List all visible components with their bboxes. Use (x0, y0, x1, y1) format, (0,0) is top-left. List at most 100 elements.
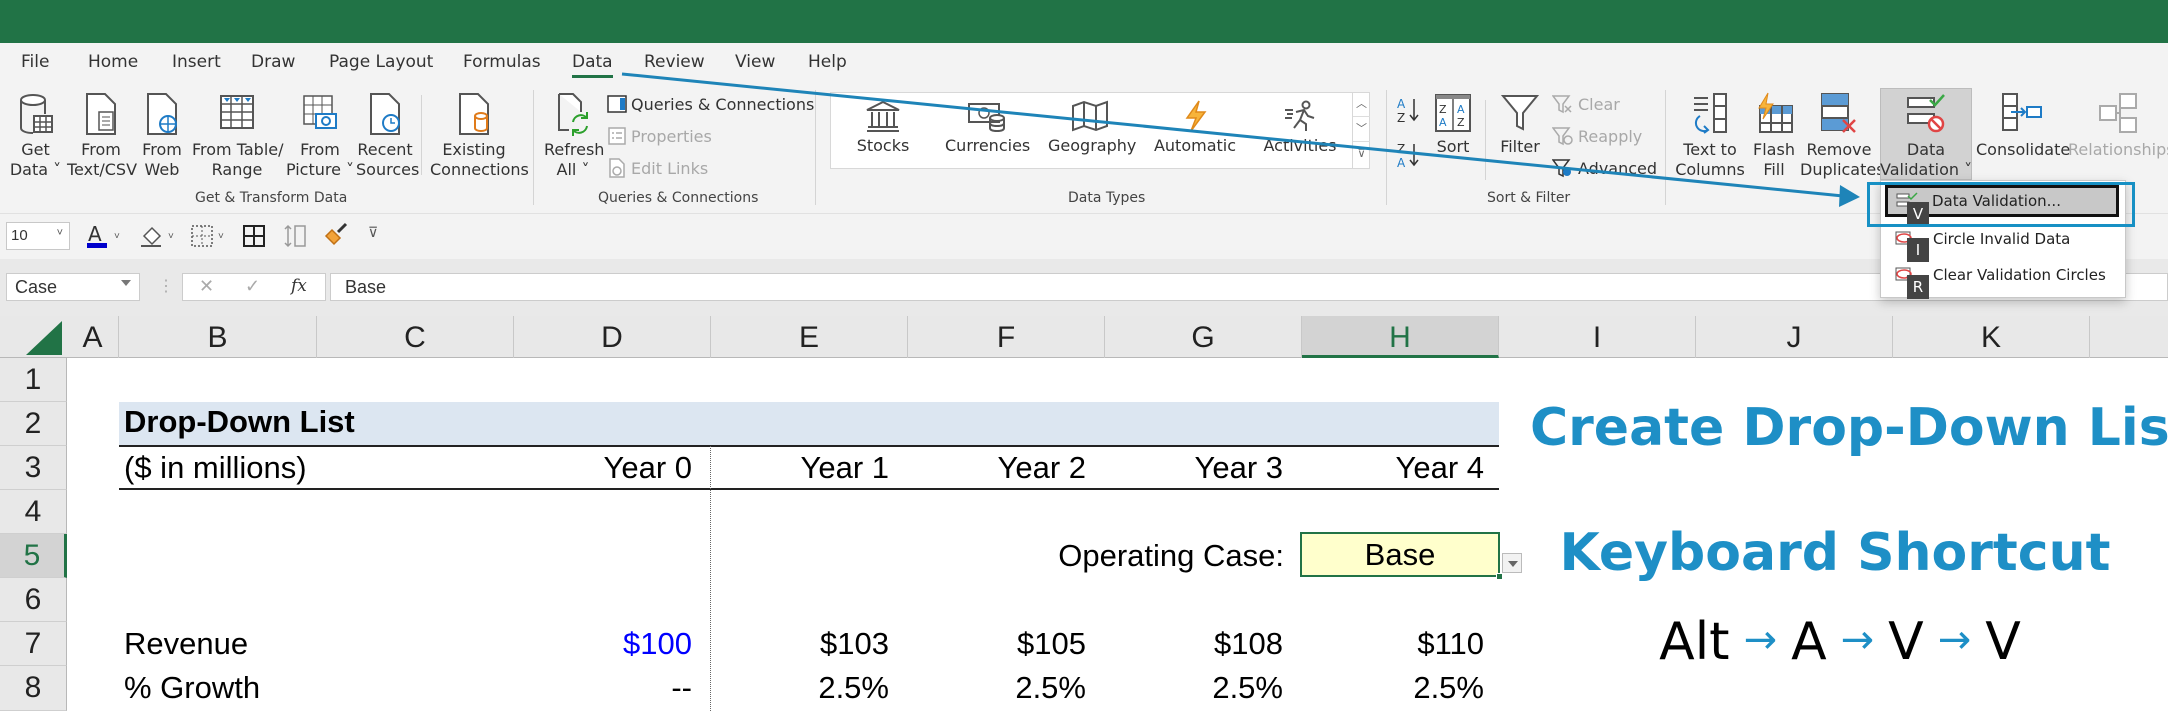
row-header-7[interactable]: 7 (0, 622, 67, 666)
cancel-icon[interactable]: ✕ (199, 276, 214, 297)
revenue-year-2[interactable]: $105 (908, 626, 1086, 662)
reapply-button[interactable]: Reapply (1552, 126, 1642, 146)
row-height-icon[interactable] (283, 222, 309, 250)
revenue-year-1[interactable]: $103 (711, 626, 889, 662)
borders-icon[interactable]: ˅ (190, 222, 230, 250)
from-table-range-button[interactable]: From Table/ Range (192, 92, 284, 180)
col-header-j[interactable]: J (1696, 316, 1893, 358)
data-type-activities[interactable]: Activities (1258, 100, 1342, 156)
row-header-4[interactable]: 4 (0, 490, 67, 534)
growth-label[interactable]: % Growth (124, 670, 260, 706)
callout-highlight-box (1867, 182, 2135, 227)
revenue-label[interactable]: Revenue (124, 626, 248, 662)
tab-draw[interactable]: Draw (251, 52, 295, 72)
fill-handle[interactable] (1496, 573, 1503, 580)
row-header-3[interactable]: 3 (0, 446, 67, 490)
consolidate-button[interactable]: Consolidate (1976, 92, 2070, 160)
col-header-h[interactable]: H (1302, 316, 1499, 358)
tab-insert[interactable]: Insert (172, 52, 221, 72)
units-label[interactable]: ($ in millions) (124, 450, 307, 486)
enter-icon[interactable]: ✓ (245, 276, 260, 297)
customize-qat-icon[interactable]: ⊽ (368, 224, 378, 241)
edit-links-button[interactable]: Edit Links (607, 158, 708, 178)
year-2-header[interactable]: Year 2 (908, 450, 1087, 486)
data-type-automatic[interactable]: Automatic (1153, 100, 1237, 156)
data-validation-button[interactable]: Data Validation ˅ (1880, 92, 1972, 180)
tab-help[interactable]: Help (808, 52, 847, 72)
col-header-k[interactable]: K (1893, 316, 2090, 358)
refresh-all-button[interactable]: Refresh All ˅ (544, 92, 604, 180)
year-1-header[interactable]: Year 1 (711, 450, 890, 486)
growth-year-2[interactable]: 2.5% (908, 670, 1086, 706)
col-header-i[interactable]: I (1499, 316, 1696, 358)
col-header-b[interactable]: B (119, 316, 317, 358)
from-picture-button[interactable]: From Picture ˅ (285, 92, 355, 180)
scroll-up-icon[interactable]: ︿ (1353, 92, 1370, 117)
name-box[interactable]: Case (6, 273, 140, 301)
tab-page-layout[interactable]: Page Layout (329, 52, 433, 72)
row-header-5[interactable]: 5 (0, 534, 67, 578)
from-text-csv-button[interactable]: From Text/CSV (67, 92, 137, 180)
col-header-c[interactable]: C (317, 316, 514, 358)
tab-data[interactable]: Data (572, 52, 613, 78)
data-type-stocks[interactable]: Stocks (850, 100, 916, 156)
sort-a-z-icon[interactable]: AZ (1396, 95, 1422, 125)
row-header-8[interactable]: 8 (0, 666, 67, 711)
year-3-header[interactable]: Year 3 (1105, 450, 1284, 486)
existing-connections-button[interactable]: Existing Connections (430, 92, 529, 180)
tab-review[interactable]: Review (644, 52, 705, 72)
drag-handle-icon[interactable]: ⋮ (158, 276, 174, 296)
get-data-button[interactable]: Get Data ˅ (8, 92, 63, 180)
filter-button[interactable]: Filter (1494, 93, 1546, 157)
data-type-currencies[interactable]: Currencies (945, 100, 1030, 156)
recent-sources-button[interactable]: Recent Sources (356, 92, 419, 180)
from-web-button[interactable]: From Web (138, 92, 186, 180)
flash-fill-button[interactable]: Flash Fill (1750, 92, 1798, 180)
cell-dropdown-arrow-icon[interactable] (1502, 553, 1522, 573)
growth-year-3[interactable]: 2.5% (1105, 670, 1283, 706)
col-header-e[interactable]: E (711, 316, 908, 358)
tab-view[interactable]: View (735, 52, 775, 72)
year-0-header[interactable]: Year 0 (514, 450, 693, 486)
clear-filter-button[interactable]: Clear (1552, 94, 1620, 114)
relationships-button[interactable]: Relationships (2068, 92, 2168, 160)
operating-case-cell[interactable]: Base (1300, 532, 1503, 580)
font-color-icon[interactable]: A ˅ (86, 222, 126, 250)
format-painter-icon[interactable] (322, 222, 350, 250)
gallery-expand-icon[interactable]: ⊽ (1353, 142, 1370, 167)
revenue-year-0[interactable]: $100 (514, 626, 692, 662)
col-header-d[interactable]: D (514, 316, 711, 358)
col-header-f[interactable]: F (908, 316, 1105, 358)
operating-case-label[interactable]: Operating Case: (1000, 538, 1284, 574)
year-4-header[interactable]: Year 4 (1302, 450, 1485, 486)
revenue-year-4[interactable]: $110 (1302, 626, 1484, 662)
font-size-select[interactable]: 10 ˅ (6, 222, 70, 250)
sort-z-a-icon[interactable]: ZA (1396, 140, 1422, 170)
all-borders-icon[interactable] (242, 222, 268, 250)
advanced-filter-button[interactable]: Advanced (1552, 158, 1657, 178)
row-header-2[interactable]: 2 (0, 402, 67, 446)
properties-button[interactable]: Properties (607, 126, 712, 146)
scroll-down-icon[interactable]: ﹀ (1353, 117, 1370, 142)
fill-color-icon[interactable]: ˅ (140, 222, 180, 250)
data-type-geography[interactable]: Geography (1048, 100, 1136, 156)
sort-button[interactable]: ZAAZ Sort (1430, 93, 1476, 157)
gallery-scroll[interactable]: ︿ ﹀ ⊽ (1352, 92, 1370, 169)
col-header-a[interactable]: A (67, 316, 119, 358)
queries-connections-button[interactable]: Queries & Connections (607, 94, 814, 114)
growth-year-1[interactable]: 2.5% (711, 670, 889, 706)
growth-year-0[interactable]: -- (514, 670, 692, 706)
tab-file[interactable]: File (21, 52, 49, 72)
sheet-title[interactable]: Drop-Down List (124, 404, 355, 440)
select-all-icon[interactable] (22, 321, 64, 355)
tab-formulas[interactable]: Formulas (463, 52, 541, 72)
growth-year-4[interactable]: 2.5% (1302, 670, 1484, 706)
row-header-6[interactable]: 6 (0, 578, 67, 622)
text-to-columns-button[interactable]: Text to Columns (1672, 92, 1748, 180)
tab-home[interactable]: Home (88, 52, 138, 72)
col-header-g[interactable]: G (1105, 316, 1302, 358)
insert-function-icon[interactable]: fx (291, 276, 307, 296)
revenue-year-3[interactable]: $108 (1105, 626, 1283, 662)
row-header-1[interactable]: 1 (0, 358, 67, 402)
remove-duplicates-button[interactable]: Remove Duplicates (1800, 92, 1885, 180)
